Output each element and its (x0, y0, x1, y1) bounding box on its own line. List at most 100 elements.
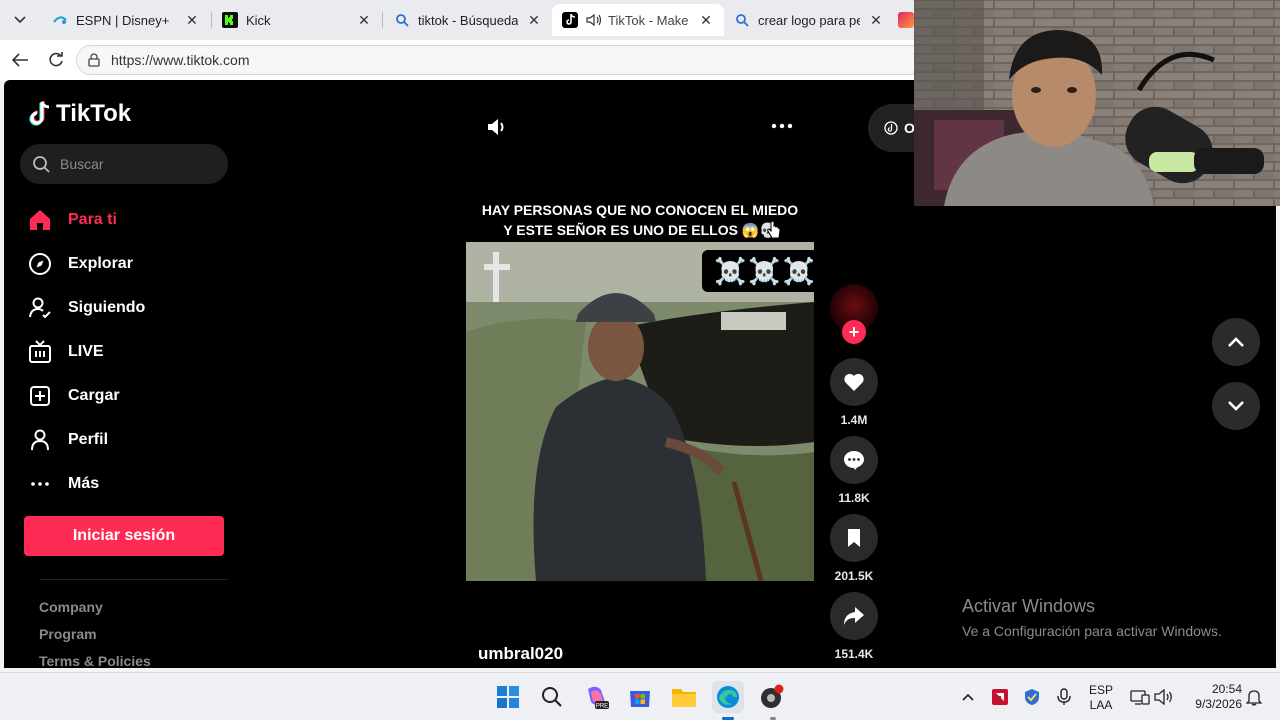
espn-icon (52, 12, 68, 28)
language-indicator[interactable]: ESP LAA (1086, 683, 1116, 713)
login-button[interactable]: Iniciar sesión (24, 516, 224, 556)
copilot-button[interactable]: PRE (580, 681, 612, 713)
windows-logo-icon (497, 686, 519, 708)
close-icon[interactable]: ✕ (356, 12, 372, 29)
save-button[interactable] (830, 514, 878, 562)
security-button[interactable] (1016, 681, 1048, 713)
live-icon (28, 340, 52, 364)
tiktok-icon (562, 12, 578, 28)
close-icon[interactable]: ✕ (868, 12, 884, 29)
share-icon (844, 607, 864, 625)
activation-subtitle: Ve a Configuración para activar Windows. (962, 623, 1222, 639)
volume-button[interactable] (1148, 681, 1180, 713)
caption-line-2: Y ESTE SEÑOR ES UNO DE ELLOS 😱💀 (503, 222, 777, 238)
browser-tab-search[interactable]: tiktok - Búsqueda ✕ (384, 4, 552, 36)
browser-tab-tiktok[interactable]: TikTok - Make Yo ✕ (552, 4, 724, 36)
tab-title: tiktok - Búsqueda (418, 12, 518, 28)
footer-link-company[interactable]: Company (39, 598, 151, 625)
refresh-button[interactable] (44, 48, 68, 72)
browser-tab-espn[interactable]: ESPN | Disney+ ✕ (42, 4, 210, 36)
search-input[interactable]: Buscar (20, 144, 228, 184)
more-icon (28, 472, 52, 496)
tiktok-logo-icon (29, 101, 50, 126)
volume-icon[interactable] (486, 116, 508, 138)
sidebar-divider (40, 579, 228, 580)
clock[interactable]: 20:54 9/3/2026 (1182, 682, 1242, 712)
browser-tab-kick[interactable]: Kick ✕ (212, 4, 382, 36)
amd-software-button[interactable] (984, 681, 1016, 713)
sidebar-item-siguiendo[interactable]: Siguiendo (28, 286, 145, 330)
amd-icon (992, 689, 1008, 705)
browser-tab-logo-search[interactable]: crear logo para perfil ✕ (724, 4, 894, 36)
kick-icon (222, 12, 238, 28)
follow-plus-button[interactable]: + (842, 320, 866, 344)
sidebar-item-para-ti[interactable]: Para ti (28, 198, 145, 242)
webcam-overlay (914, 0, 1280, 206)
home-icon (28, 208, 52, 232)
tab-actions-menu-button[interactable] (6, 6, 34, 34)
next-video-button[interactable] (1212, 382, 1260, 430)
windows-activation-watermark: Activar Windows Ve a Configuración para … (962, 596, 1222, 639)
search-icon (542, 687, 562, 707)
close-icon[interactable]: ✕ (526, 12, 542, 29)
obs-button[interactable] (756, 681, 788, 713)
network-icon (1130, 690, 1150, 705)
following-icon (28, 296, 52, 320)
bookmark-icon (848, 529, 860, 547)
show-hidden-icons-button[interactable] (952, 681, 984, 713)
microphone-icon (1057, 688, 1071, 705)
sidebar-item-perfil[interactable]: Perfil (28, 418, 145, 462)
notifications-button[interactable] (1238, 681, 1270, 713)
keyboard-layout: LAA (1089, 698, 1113, 712)
favicon-partial-tab-icon[interactable] (898, 12, 914, 28)
sidebar-item-label: Perfil (68, 431, 109, 448)
clock-time: 20:54 (1211, 682, 1242, 696)
address-bar[interactable]: https://www.tiktok.com (76, 45, 926, 75)
video-options-icon[interactable] (770, 118, 794, 134)
language-code: ESP (1088, 683, 1113, 697)
footer-link-program[interactable]: Program (39, 625, 151, 652)
close-icon[interactable]: ✕ (698, 12, 714, 29)
video-player[interactable]: ☠️☠️☠️ (466, 242, 814, 581)
store-icon (630, 691, 650, 707)
sidebar-item-explorar[interactable]: Explorar (28, 242, 145, 286)
lock-icon[interactable] (87, 53, 101, 67)
chevron-up-icon (1228, 337, 1244, 347)
save-count: 201.5K (834, 569, 874, 583)
video-author-username[interactable]: umbral020 (478, 644, 563, 664)
tiktok-logo[interactable]: TikTok (28, 100, 131, 128)
sidebar-item-label: Para ti (68, 211, 117, 228)
tab-title: ESPN | Disney+ (76, 12, 170, 28)
activation-title: Activar Windows (962, 596, 1096, 616)
like-button[interactable] (830, 358, 878, 406)
microphone-button[interactable] (1048, 681, 1080, 713)
microsoft-store-button[interactable] (624, 681, 656, 713)
comment-button[interactable] (830, 436, 878, 484)
folder-icon (672, 689, 696, 707)
back-button[interactable] (8, 48, 32, 72)
footer-link-terms[interactable]: Terms & Policies (39, 652, 151, 668)
sidebar-item-cargar[interactable]: Cargar (28, 374, 145, 418)
hand-cursor-icon (767, 220, 781, 239)
file-explorer-button[interactable] (668, 681, 700, 713)
edge-browser-button[interactable] (712, 681, 744, 713)
edge-icon (717, 686, 739, 708)
close-icon[interactable]: ✕ (184, 12, 200, 29)
sidebar-item-label: Cargar (68, 387, 120, 404)
sidebar-item-live[interactable]: LIVE (28, 330, 145, 374)
caption-line-1: HAY PERSONAS QUE NO CONOCEN EL MIEDO (481, 202, 799, 218)
speaker-icon[interactable] (586, 12, 602, 28)
start-button[interactable] (492, 681, 524, 713)
tiktok-icon (884, 121, 898, 135)
taskbar-search-button[interactable] (536, 681, 568, 713)
previous-video-button[interactable] (1212, 318, 1260, 366)
search-icon (734, 12, 750, 28)
sidebar-menu: Para ti Explorar Siguiendo LIVE Cargar P… (28, 198, 145, 506)
sidebar-item-mas[interactable]: Más (28, 462, 145, 506)
share-button[interactable] (830, 592, 878, 640)
comment-icon (844, 451, 864, 470)
bell-icon (1246, 690, 1262, 706)
compass-icon (28, 252, 52, 276)
sidebar-item-label: Siguiendo (68, 299, 146, 316)
arrow-left-icon (11, 53, 28, 67)
